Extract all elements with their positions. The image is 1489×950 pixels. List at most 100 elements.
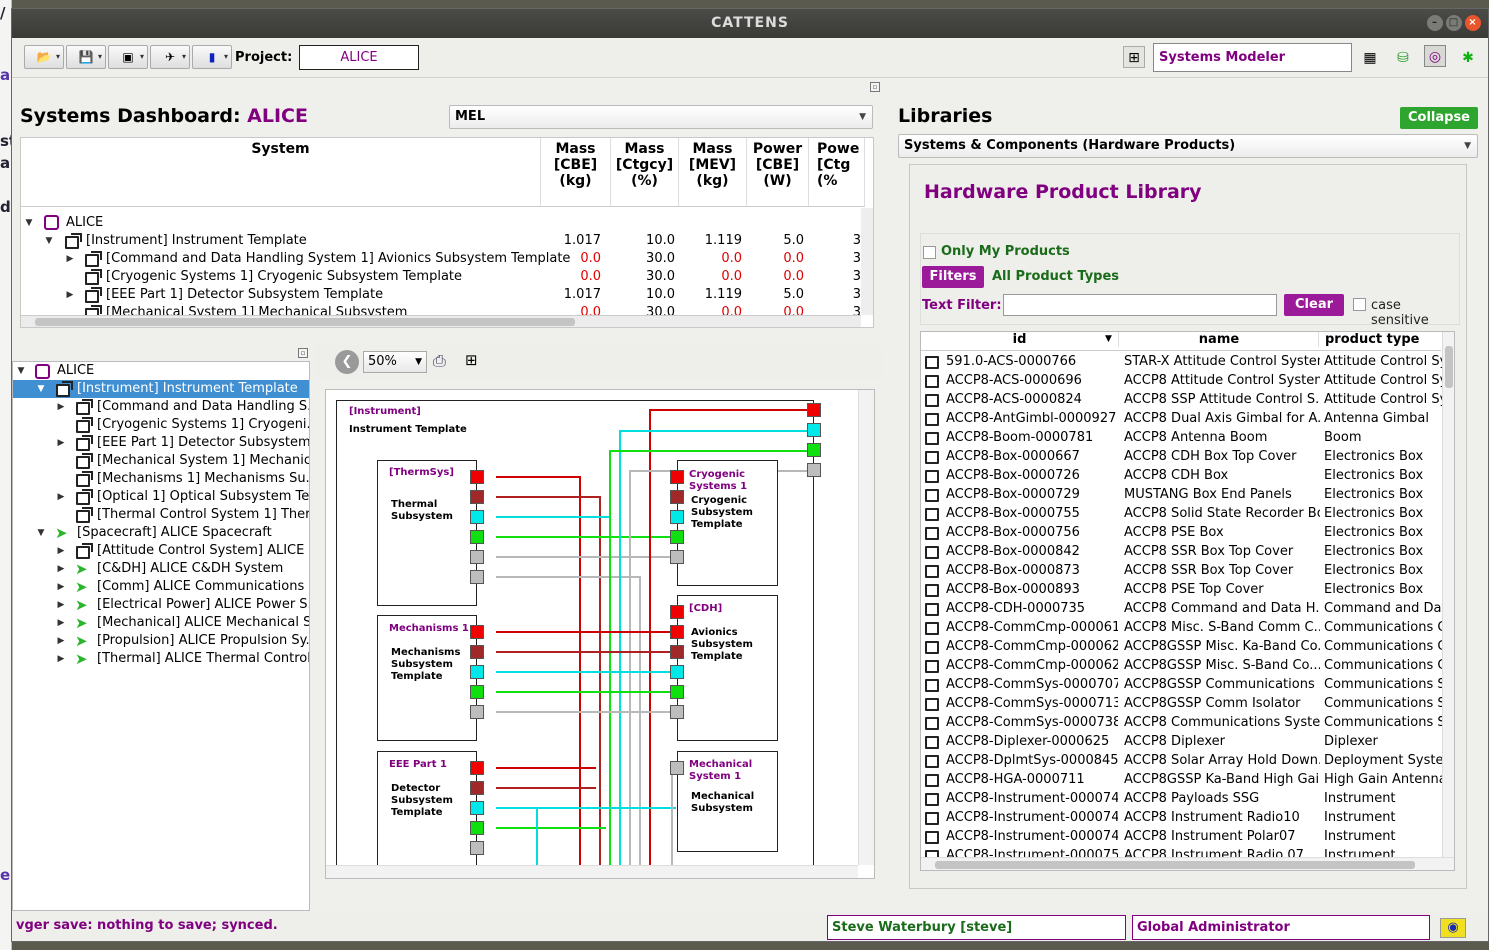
port[interactable] [670,510,684,524]
scrollbar-thumb[interactable] [1445,346,1453,388]
column-header-mass-mev[interactable]: Mass [MEV] (kg) [679,138,747,207]
project-icon[interactable]: ◎ [1424,45,1446,67]
port[interactable] [470,781,484,795]
save-button[interactable]: 💾 ▾ [66,45,106,69]
port[interactable] [807,423,821,437]
product-row[interactable]: ACCP8-Diplexer-0000625 ACCP8 Diplexer Dipl… [921,732,1441,751]
mode-selector[interactable]: Systems Modeler [1153,43,1352,72]
column-header-product-type[interactable]: product type [1325,332,1419,347]
tree-item-selected[interactable]: ▼ [Instrument] Instrument Template [13,380,309,398]
product-row[interactable]: ACCP8-Instrument-0000741 ACCP8 Instrument… [921,808,1441,827]
cryogenic-subsystem-block[interactable]: Cryogenic Systems 1 Cryogenic Subsystem … [677,460,778,586]
expand-arrow-icon[interactable]: ▶ [56,632,66,650]
port[interactable] [470,550,484,564]
expand-arrow-icon[interactable]: ▶ [56,560,66,578]
product-row[interactable]: ACCP8-Box-0000755 ACCP8 Solid State Recor… [921,504,1441,523]
avionics-subsystem-block[interactable]: [CDH] Avionics Subsystem Template [677,595,778,741]
port[interactable] [670,550,684,564]
port[interactable] [670,470,684,484]
zoom-select[interactable]: 50% ▼ [363,351,427,373]
undock-dashboard-icon[interactable]: ▫ [870,82,880,92]
tree-item[interactable]: ▶ [Command and Data Handling S... [13,398,309,416]
port[interactable] [470,490,484,504]
expand-arrow-icon[interactable]: ▶ [65,286,75,304]
port[interactable] [470,685,484,699]
tree-item[interactable]: ▼ ➤ [Spacecraft] ALICE Spacecraft [13,524,309,542]
tree-item[interactable]: ▶ ➤ [Propulsion] ALICE Propulsion Sy... [13,632,309,650]
port[interactable] [807,463,821,477]
product-row[interactable]: ACCP8-Box-0000842 ACCP8 SSR Box Top Cover… [921,542,1441,561]
printer-icon[interactable]: ⎙ [433,351,446,371]
product-row[interactable]: ACCP8-ACS-0000696 ACCP8 Attitude Control … [921,371,1442,390]
product-row[interactable]: ACCP8-Box-0000756 ACCP8 PSE Box Electronic… [921,523,1441,542]
open-folder-button[interactable]: 📂 ▾ [24,45,64,69]
product-row[interactable]: ACCP8-Instrument-0000747 ACCP8 Instrument… [921,827,1441,846]
expand-arrow-icon[interactable]: ▶ [65,250,75,268]
product-row[interactable]: ACCP8-CDH-0000735 ACCP8 Command and Data … [921,599,1442,618]
mechanisms-subsystem-block[interactable]: Mechanisms 1 Mechanisms Subsystem Templa… [377,615,477,741]
product-row[interactable]: ACCP8-Box-0000893 ACCP8 PSE Top Cover Elec… [921,580,1441,599]
product-row[interactable]: ACCP8-ACS-0000824 ACCP8 SSP Attitude Cont… [921,390,1442,409]
product-row[interactable]: ACCP8-AntGimbl-0000927 ACCP8 Dual Axis Gi… [921,409,1441,428]
collapse-button[interactable]: Collapse [1400,107,1478,129]
mel-row[interactable]: ▶ [EEE Part 1] Detector Subsystem Templa… [21,286,861,304]
new-product-button[interactable]: ▣ ▾ [108,45,148,69]
expand-arrow-icon[interactable]: ▶ [56,614,66,632]
tree-item[interactable]: [Cryogenic Systems 1] Cryogeni... [13,416,309,434]
mel-row[interactable]: ▼ ALICE [21,214,859,232]
chip-icon[interactable]: ✱ [1457,47,1479,69]
tree-item[interactable]: [Mechanical System 1] Mechanic... [13,452,309,470]
port[interactable] [670,645,684,659]
tree-item[interactable]: ▶ [Optical 1] Optical Subsystem Te... [13,488,309,506]
storage-button[interactable]: ▮ ▾ [192,45,232,69]
only-my-products-checkbox[interactable] [923,246,936,259]
product-row[interactable]: ACCP8-Box-0000726 ACCP8 CDH Box Electronic… [921,466,1441,485]
product-row[interactable]: ACCP8-CommCmp-0000629 ACCP8GSSP Misc. S-B… [921,656,1442,675]
dashboard-view-select[interactable]: MEL ▼ [449,105,873,129]
port[interactable] [670,625,684,639]
column-header-power-ctgcy[interactable]: Powe [Ctg (% [809,138,865,207]
port[interactable] [470,570,484,584]
mel-row[interactable]: ▼ [Instrument] Instrument Template 1.017… [21,232,861,250]
product-row[interactable]: ACCP8-Box-0000873 ACCP8 SSR Box Top Cover… [921,561,1441,580]
port[interactable] [670,685,684,699]
product-row[interactable]: ACCP8-CommCmp-0000619 ACCP8 Misc. S-Band … [921,618,1442,637]
product-table-vertical-scrollbar[interactable] [1442,332,1454,857]
product-row[interactable]: ACCP8-HGA-0000711 ACCP8GSSP Ka-Band High … [921,770,1442,789]
port[interactable] [470,801,484,815]
scrollbar-thumb[interactable] [935,861,1415,869]
diagram-horizontal-scrollbar[interactable] [326,865,858,878]
detector-subsystem-block[interactable]: EEE Part 1 Detector Subsystem Template [377,751,477,871]
expand-arrow-icon[interactable]: ▶ [56,398,66,416]
port[interactable] [470,510,484,524]
collapse-arrow-icon[interactable]: ▼ [36,380,46,398]
collapse-arrow-icon[interactable]: ▼ [16,362,26,380]
port[interactable] [470,705,484,719]
port[interactable] [670,490,684,504]
diagram-vertical-scrollbar[interactable] [858,390,874,865]
hierarchy-layout-icon[interactable]: ⊞ [465,351,478,369]
product-row[interactable]: ACCP8-Boom-0000781 ACCP8 Antenna Boom Boom [921,428,1441,447]
tree-item[interactable]: ▶ ➤ [Comm] ALICE Communications ... [13,578,309,596]
mel-row[interactable]: [Cryogenic Systems 1] Cryogenic Subsyste… [21,268,861,286]
port[interactable] [470,761,484,775]
expand-arrow-icon[interactable]: ▶ [56,434,66,452]
product-row[interactable]: ACCP8-DplmtSys-0000845 ACCP8 Solar Array … [921,751,1442,770]
product-row[interactable]: ACCP8-Box-0000729 MUSTANG Box End Panels E… [921,485,1441,504]
scrollbar-thumb[interactable] [35,318,575,326]
undock-tree-icon[interactable]: ▫ [298,348,308,358]
close-button[interactable]: × [1465,15,1481,31]
back-arrow-icon[interactable]: ❮ [335,350,359,374]
port[interactable] [470,665,484,679]
expand-arrow-icon[interactable]: ▶ [56,650,66,668]
thermal-subsystem-block[interactable]: [ThermSys] Thermal Subsystem [377,460,477,606]
port[interactable] [470,841,484,855]
hierarchy-icon[interactable]: ⊞ [1123,46,1145,68]
case-sensitive-checkbox[interactable] [1353,298,1366,311]
clear-button[interactable]: Clear [1284,294,1344,316]
product-table-horizontal-scrollbar[interactable] [921,857,1454,870]
port[interactable] [470,625,484,639]
port[interactable] [807,403,821,417]
database-icon[interactable]: ⛁ [1392,47,1414,69]
collapse-arrow-icon[interactable]: ▼ [44,232,54,250]
